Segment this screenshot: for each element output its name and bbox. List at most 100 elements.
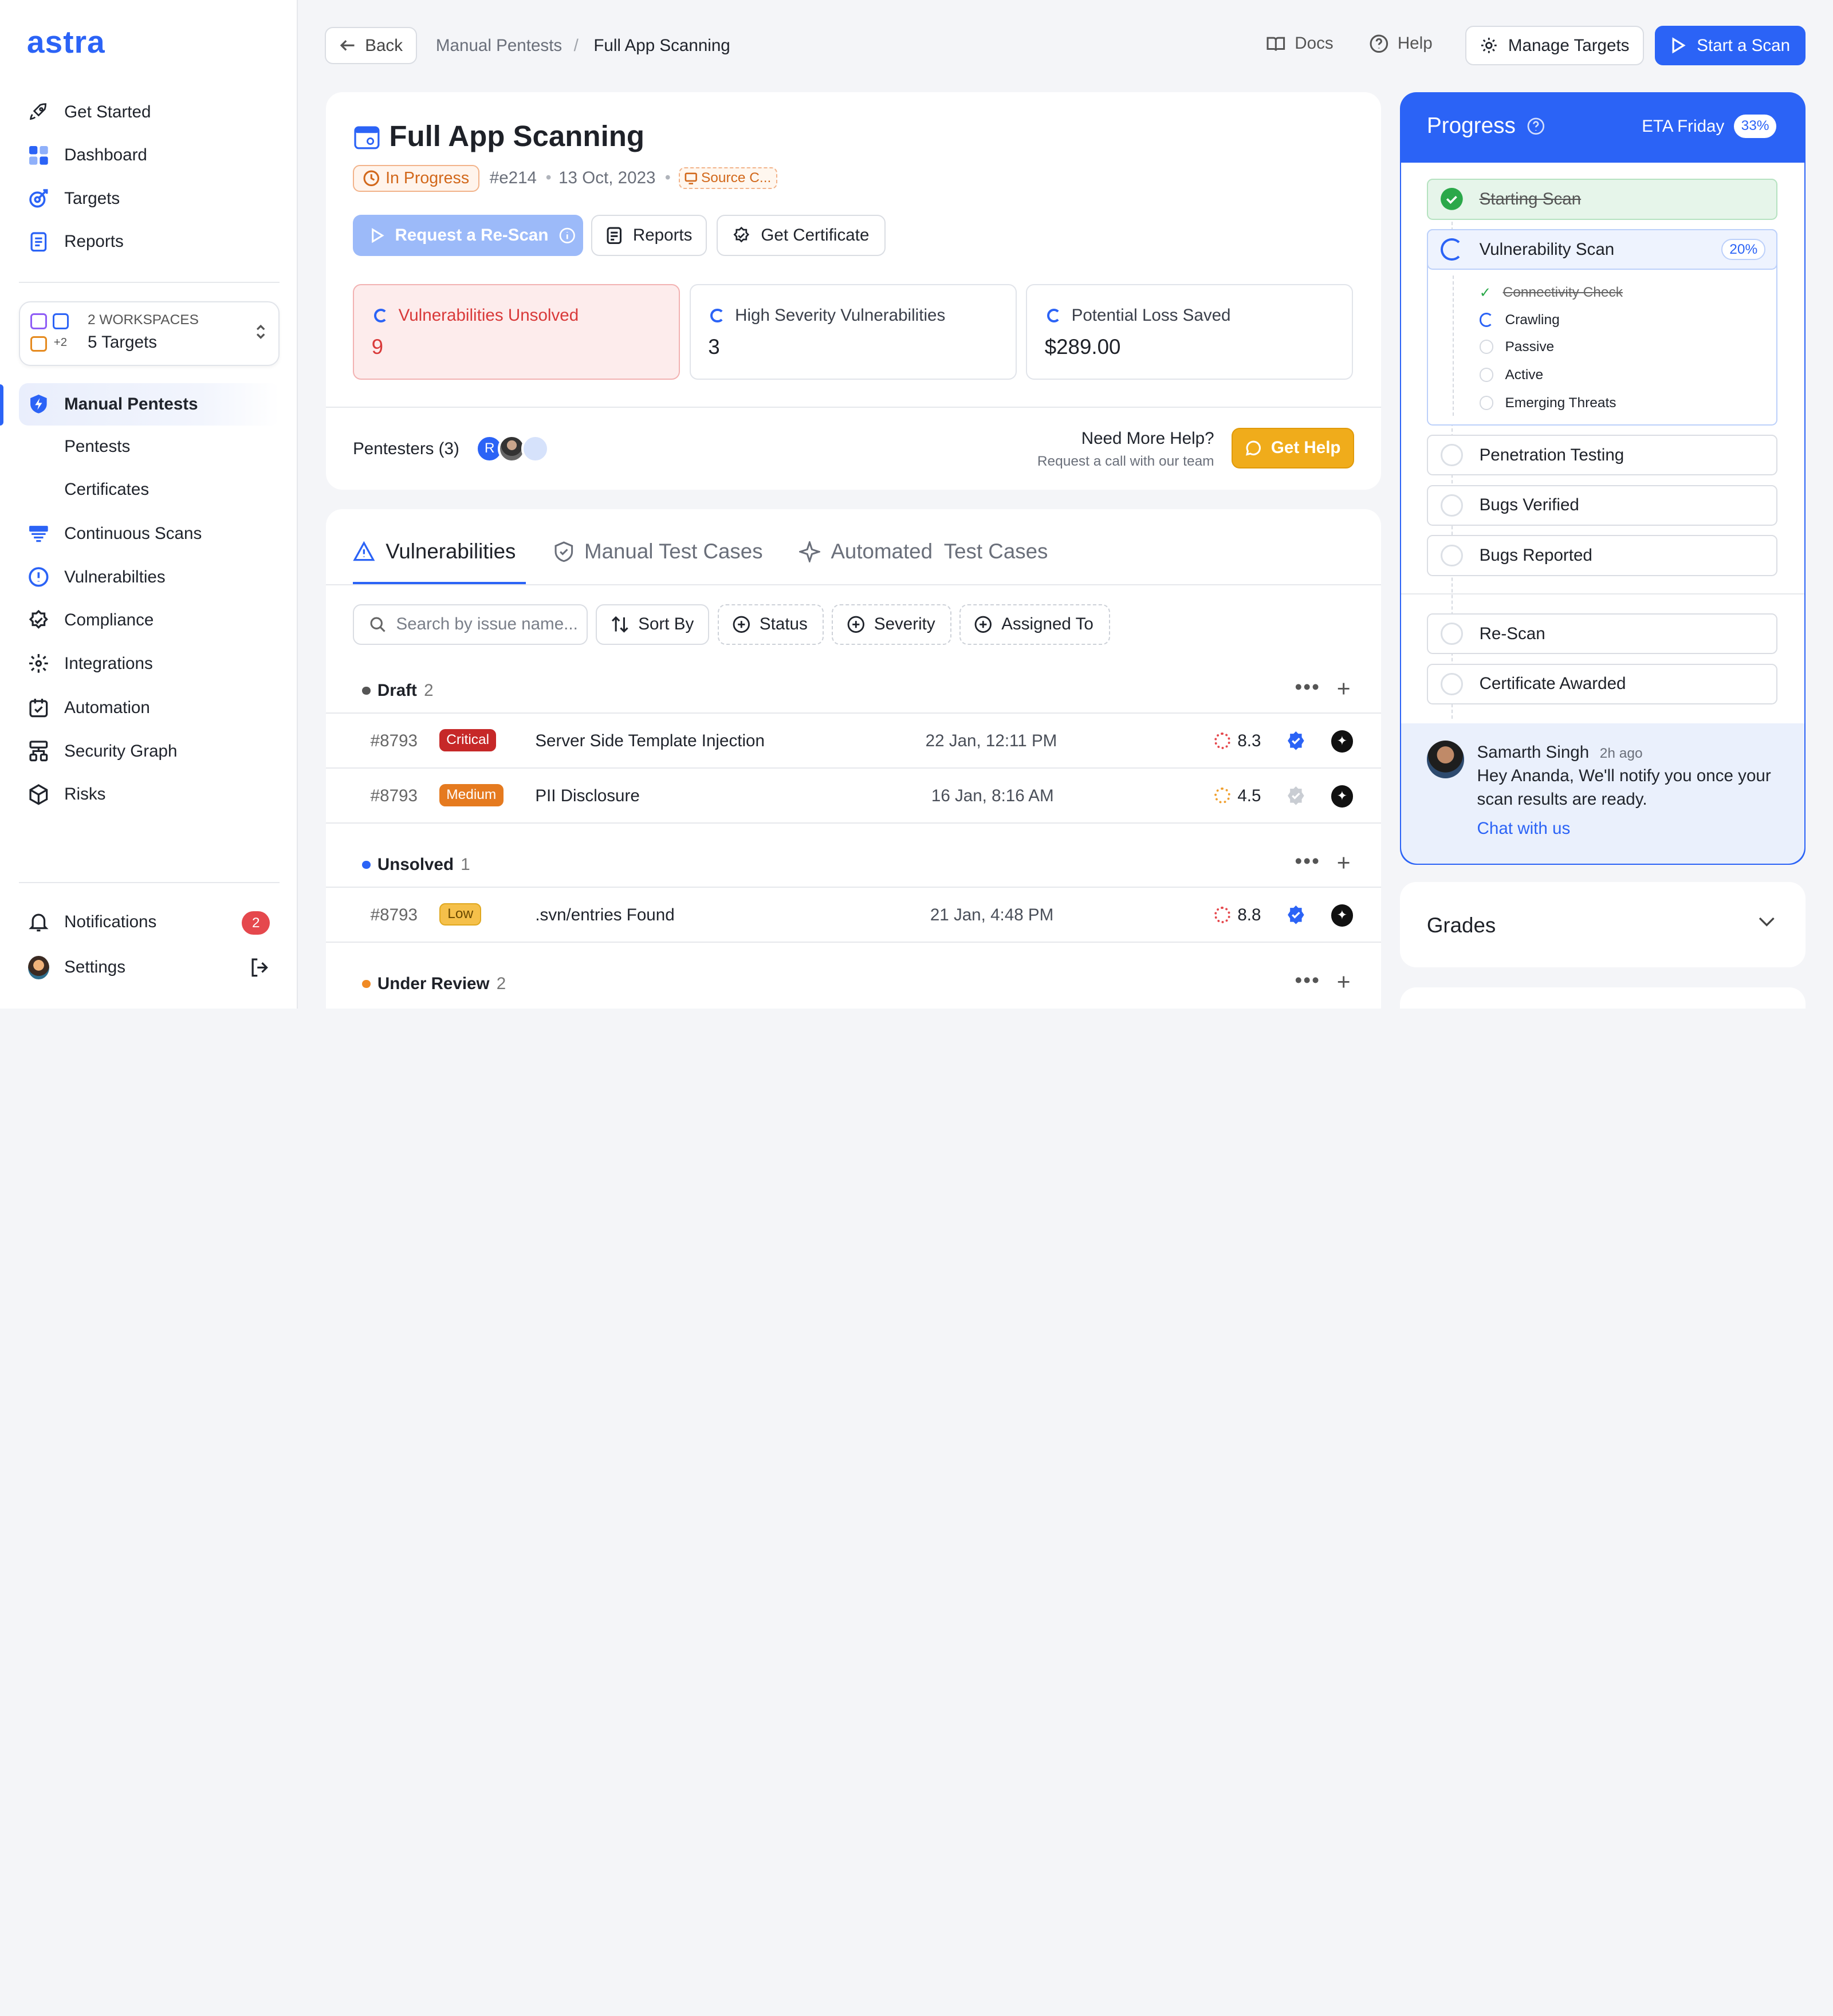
nav-continuous-scans[interactable]: Continuous Scans (19, 513, 280, 555)
nav-vulnerabilities[interactable]: Vulnerabilties (19, 556, 280, 598)
group-header-under-review[interactable]: Under Review 2 (362, 974, 506, 994)
source-badge[interactable]: Source C... (679, 167, 777, 190)
plus-icon[interactable]: + (1337, 675, 1351, 702)
stat-unsolved[interactable]: Vulnerabilities Unsolved 9 (353, 284, 681, 380)
filter-label: Severity (874, 615, 935, 634)
docs-link[interactable]: Docs (1266, 34, 1334, 53)
info-icon (559, 227, 576, 244)
table-row[interactable]: #8793 Medium PII Disclosure 16 Jan, 8:16… (326, 767, 1382, 822)
astra-ai-icon[interactable]: ✦ (1331, 785, 1354, 808)
grades-title: Grades (1426, 914, 1496, 938)
nav-compliance[interactable]: Compliance (19, 600, 280, 641)
search-placeholder: Search by issue name... (396, 615, 578, 634)
check-circle-icon (1441, 188, 1464, 211)
tab-vulnerabilities[interactable]: Vulnerabilities (353, 540, 516, 564)
step-label: Bugs Reported (1479, 546, 1592, 565)
step-penetration-testing[interactable]: Penetration Testing (1426, 434, 1777, 476)
nav-integrations[interactable]: Integrations (19, 643, 280, 684)
assigned-to-filter[interactable]: Assigned To (959, 604, 1110, 645)
plus-circle-icon (733, 616, 750, 633)
group-header-unsolved[interactable]: Unsolved 1 (362, 855, 470, 875)
grades-card[interactable]: Grades (1399, 882, 1806, 968)
nav-certificates[interactable]: Certificates (64, 480, 149, 499)
more-icon[interactable]: ••• (1295, 968, 1320, 993)
nav-get-started[interactable]: Get Started (19, 91, 280, 133)
get-certificate-button[interactable]: Get Certificate (716, 215, 886, 256)
stat-label: Potential Loss Saved (1071, 306, 1231, 325)
table-row[interactable]: #8793 Critical Server Side Template Inje… (326, 712, 1382, 767)
search-input[interactable]: Search by issue name... (353, 604, 588, 645)
row-date: 22 Jan, 12:11 PM (925, 731, 1057, 750)
nav-pentests[interactable]: Pentests (64, 437, 130, 456)
reports-button[interactable]: Reports (591, 215, 707, 256)
row-date: 16 Jan, 8:16 AM (931, 786, 1054, 805)
plus-icon[interactable]: + (1337, 968, 1351, 995)
breadcrumb-manual-pentests[interactable]: Manual Pentests (436, 36, 562, 56)
chat-with-us-link[interactable]: Chat with us (1477, 819, 1571, 838)
stat-high-severity[interactable]: High Severity Vulnerabilities 3 (689, 284, 1017, 380)
help-circle-icon[interactable] (1527, 117, 1545, 135)
play-icon (369, 227, 385, 243)
nav-label: Automation (64, 698, 150, 718)
help-link[interactable]: Help (1370, 34, 1433, 53)
nav-automation[interactable]: Automation (19, 687, 280, 729)
step-vulnerability-scan[interactable]: Vulnerability Scan 20% (1426, 229, 1777, 270)
tab-manual-test-cases[interactable]: Manual Test Cases (554, 540, 763, 564)
pending-circle-icon (1479, 368, 1494, 382)
table-row[interactable]: #8793 Low .svn/entries Found 21 Jan, 4:4… (326, 887, 1382, 942)
scan-date: 13 Oct, 2023 (558, 168, 656, 187)
step-bugs-verified[interactable]: Bugs Verified (1426, 485, 1777, 526)
nav-manual-pentests[interactable]: Manual Pentests (18, 383, 280, 426)
page-title: Full App Scanning (389, 120, 645, 153)
cvss-score-icon (1214, 733, 1231, 749)
scan-icon (28, 523, 49, 545)
nav-label: Dashboard (64, 145, 147, 165)
nav-security-graph[interactable]: Security Graph (19, 730, 280, 772)
pending-circle-icon (1441, 673, 1464, 695)
integrations-icon (28, 653, 49, 674)
group-dot (362, 861, 371, 869)
get-help-button[interactable]: Get Help (1232, 427, 1355, 469)
gear-icon (1480, 37, 1498, 54)
start-scan-button[interactable]: Start a Scan (1654, 25, 1806, 66)
step-bugs-reported[interactable]: Bugs Reported (1426, 535, 1777, 576)
loading-spinner-icon (1441, 238, 1464, 261)
nav-risks[interactable]: Risks (19, 773, 280, 815)
severity-filter[interactable]: Severity (832, 604, 951, 645)
more-icon[interactable]: ••• (1295, 849, 1320, 873)
logout-icon[interactable] (249, 957, 270, 978)
nav-notifications[interactable]: Notifications (19, 901, 280, 943)
shield-bolt-icon (28, 393, 49, 415)
more-icon[interactable]: ••• (1295, 675, 1320, 699)
step-starting-scan[interactable]: Starting Scan (1426, 179, 1777, 220)
step-re-scan[interactable]: Re-Scan (1426, 613, 1777, 655)
group-header-draft[interactable]: Draft 2 (362, 681, 434, 700)
rescan-label: Request a Re-Scan (395, 226, 549, 245)
nav-dashboard[interactable]: Dashboard (19, 135, 280, 176)
nav-targets[interactable]: Targets (19, 178, 280, 219)
pending-circle-icon (1479, 340, 1494, 354)
nav-settings[interactable]: Settings (19, 946, 280, 988)
substep-label: Passive (1505, 338, 1555, 355)
filter-label: Assigned To (1001, 615, 1093, 634)
step-certificate-awarded[interactable]: Certificate Awarded (1426, 663, 1777, 705)
warning-icon (353, 541, 375, 562)
plus-icon[interactable]: + (1337, 849, 1351, 876)
astra-ai-icon[interactable]: ✦ (1331, 730, 1354, 753)
astra-logo[interactable]: astra (27, 23, 105, 60)
tab-automated-test-cases[interactable]: Automated Test Cases (799, 540, 1048, 564)
manage-targets-button[interactable]: Manage Targets (1465, 25, 1645, 66)
workspace-switcher[interactable]: +2 2 WORKSPACES 5 Targets (18, 301, 280, 366)
request-rescan-button[interactable]: Request a Re-Scan (353, 215, 583, 256)
back-button[interactable]: Back (325, 26, 418, 65)
shield-check-icon (554, 541, 574, 562)
nav-label: Compliance (64, 611, 154, 630)
sort-by-button[interactable]: Sort By (596, 604, 710, 645)
pentester-avatar[interactable] (521, 434, 549, 463)
pending-circle-icon (1441, 623, 1464, 645)
group-name: Draft (377, 681, 417, 700)
astra-ai-icon[interactable]: ✦ (1331, 904, 1354, 927)
nav-reports[interactable]: Reports (19, 221, 280, 263)
status-filter[interactable]: Status (717, 604, 824, 645)
stat-loss-saved[interactable]: Potential Loss Saved $289.00 (1026, 284, 1354, 380)
